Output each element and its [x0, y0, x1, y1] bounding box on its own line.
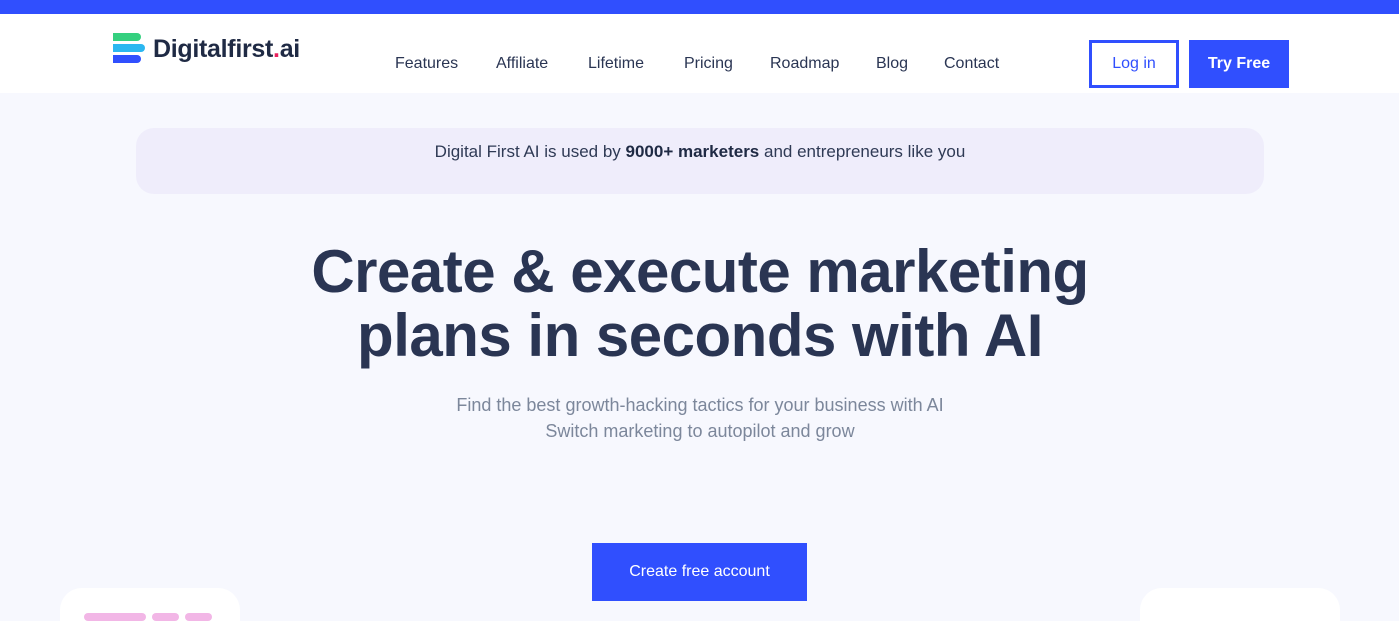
- banner-text: Digital First AI is used by 9000+ market…: [434, 142, 966, 161]
- placeholder-bar: [84, 613, 146, 621]
- banner-highlight: 9000+ marketers: [625, 142, 760, 161]
- try-free-button[interactable]: Try Free: [1189, 40, 1289, 88]
- top-accent-bar: [0, 0, 1399, 14]
- brand-name: Digitalfirst.ai: [153, 34, 300, 63]
- preview-card-left: [60, 588, 240, 621]
- login-button[interactable]: Log in: [1089, 40, 1179, 88]
- logo-icon: [113, 33, 145, 65]
- nav-item-features[interactable]: Features: [395, 54, 458, 74]
- nav-item-pricing[interactable]: Pricing: [684, 54, 733, 74]
- hero-subtitle: Find the best growth-hacking tactics for…: [456, 395, 944, 441]
- brand-logo[interactable]: Digitalfirst.ai: [113, 33, 300, 65]
- nav-item-blog[interactable]: Blog: [876, 54, 908, 74]
- placeholder-bar: [152, 613, 179, 621]
- nav-item-roadmap[interactable]: Roadmap: [770, 54, 839, 74]
- placeholder-bar: [185, 613, 212, 621]
- preview-card-right: [1140, 588, 1340, 621]
- nav-item-contact[interactable]: Contact: [944, 54, 999, 74]
- create-account-button[interactable]: Create free account: [592, 543, 807, 601]
- hero-title: Create & execute marketing plans in seco…: [311, 238, 1089, 369]
- nav-item-affiliate[interactable]: Affiliate: [496, 54, 548, 74]
- social-proof-banner: Digital First AI is used by 9000+ market…: [136, 128, 1264, 194]
- nav-item-lifetime[interactable]: Lifetime: [588, 54, 644, 74]
